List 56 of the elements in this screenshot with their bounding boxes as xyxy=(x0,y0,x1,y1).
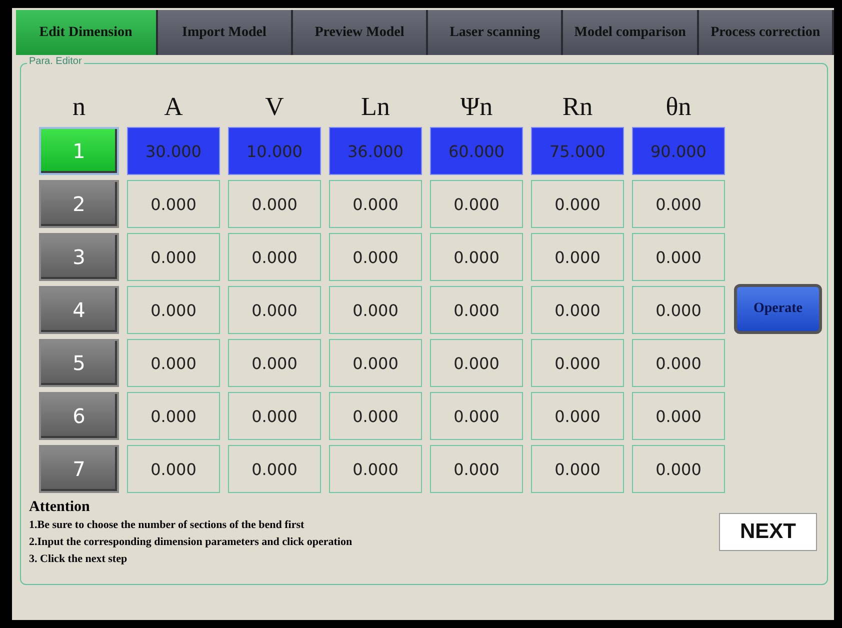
next-button[interactable]: NEXT xyxy=(719,513,817,551)
value-field[interactable]: 0.000 xyxy=(127,233,220,281)
value-field[interactable]: 0.000 xyxy=(632,180,725,228)
column-header: θn xyxy=(664,92,692,122)
column-header: A xyxy=(163,92,184,122)
value-field[interactable]: 0.000 xyxy=(329,233,422,281)
value-field[interactable]: 0.000 xyxy=(329,339,422,387)
value-field[interactable]: 0.000 xyxy=(430,445,523,493)
value-field[interactable]: 0.000 xyxy=(228,392,321,440)
value-field[interactable]: 0.000 xyxy=(632,392,725,440)
value-field[interactable]: 0.000 xyxy=(127,286,220,334)
value-field[interactable]: 0.000 xyxy=(127,392,220,440)
value-field[interactable]: 0.000 xyxy=(127,445,220,493)
value-field[interactable]: 0.000 xyxy=(127,180,220,228)
value-field[interactable]: 0.000 xyxy=(329,180,422,228)
column-header: n xyxy=(72,92,86,122)
column-header: V xyxy=(264,92,285,122)
column-header: Rn xyxy=(561,92,594,122)
attention-title: Attention xyxy=(29,498,90,517)
value-field[interactable]: 0.000 xyxy=(632,286,725,334)
value-field[interactable]: 0.000 xyxy=(632,233,725,281)
row-number-button[interactable]: 5 xyxy=(39,339,119,387)
instruction-text: 3. Click the next step xyxy=(29,552,128,567)
value-field[interactable]: 0.000 xyxy=(228,233,321,281)
value-field[interactable]: 0.000 xyxy=(228,180,321,228)
value-field[interactable]: 0.000 xyxy=(531,180,624,228)
value-field[interactable]: 0.000 xyxy=(531,286,624,334)
instruction-text: 2.Input the corresponding dimension parameters and click operation xyxy=(29,535,352,550)
tab[interactable]: Edit Dimension xyxy=(16,10,158,55)
group-title: Para. Editor xyxy=(27,56,84,67)
row-number-button[interactable]: 2 xyxy=(39,180,119,228)
value-field[interactable]: 0.000 xyxy=(228,286,321,334)
value-field[interactable]: 0.000 xyxy=(632,445,725,493)
value-field[interactable]: 0.000 xyxy=(430,339,523,387)
value-field[interactable]: 0.000 xyxy=(228,339,321,387)
value-field[interactable]: 0.000 xyxy=(228,445,321,493)
value-field[interactable]: 0.000 xyxy=(632,339,725,387)
row-number-button[interactable]: 3 xyxy=(39,233,119,281)
value-field[interactable]: 0.000 xyxy=(329,286,422,334)
row-number-button[interactable]: 6 xyxy=(39,392,119,440)
value-field[interactable]: 0.000 xyxy=(430,392,523,440)
value-field[interactable]: 0.000 xyxy=(430,180,523,228)
value-field[interactable]: 0.000 xyxy=(430,286,523,334)
instruction-text: 1.Be sure to choose the number of sections of the bend first xyxy=(29,518,304,533)
row-number-button[interactable]: 4 xyxy=(39,286,119,334)
value-field[interactable]: 0.000 xyxy=(531,392,624,440)
value-field[interactable]: 0.000 xyxy=(430,233,523,281)
column-header: Ψn xyxy=(459,92,494,122)
value-field[interactable]: 0.000 xyxy=(329,392,422,440)
value-field[interactable]: 0.000 xyxy=(329,445,422,493)
column-header: Ln xyxy=(360,92,391,122)
value-field[interactable]: 0.000 xyxy=(531,445,624,493)
row-number-button[interactable]: 7 xyxy=(39,445,119,493)
value-field[interactable]: 0.000 xyxy=(531,339,624,387)
value-field[interactable]: 0.000 xyxy=(127,339,220,387)
value-field[interactable]: 0.000 xyxy=(531,233,624,281)
